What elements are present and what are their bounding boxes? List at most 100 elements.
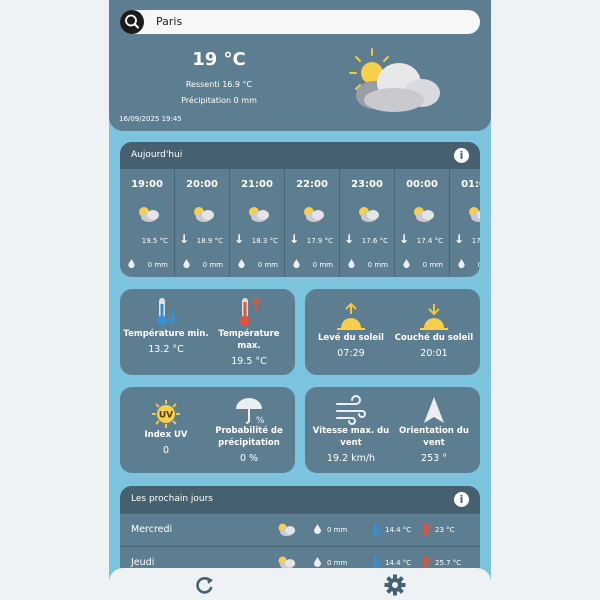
forecast-max-temp: 25.7 °C xyxy=(435,559,462,567)
thermometer-cold-icon xyxy=(157,298,178,326)
raindrop-icon xyxy=(458,259,465,268)
thermometer-cold-icon xyxy=(373,523,381,536)
current-weather-header: Paris 19 °C Ressenti 16.9 °C Précipitati… xyxy=(109,0,491,131)
hour-precipitation: 0 mm xyxy=(147,261,168,269)
wind-speed-tile: Vitesse max. du vent 19.2 km/h xyxy=(308,395,394,464)
partly-cloudy-icon xyxy=(469,207,480,222)
partly-cloudy-icon xyxy=(359,207,379,222)
raindrop-icon xyxy=(293,259,300,268)
today-card: Aujourd'hui i 19:00 19.5 °C 0 mm 20:00 ↓ 18.9… xyxy=(120,142,480,277)
thermometer-hot-icon xyxy=(423,523,431,536)
down-arrow-icon: ↓ xyxy=(344,232,355,246)
forecast-day-name: Jeudi xyxy=(131,557,155,568)
raindrop-icon xyxy=(348,259,355,268)
hour-temperature: 17.1 °C xyxy=(471,237,480,245)
uv-icon: UV xyxy=(152,400,180,428)
bottom-bar xyxy=(109,568,491,600)
forecast-row[interactable]: Mercredi 0 mm 14.4 °C 23 °C xyxy=(120,513,480,546)
search-input[interactable]: Paris xyxy=(156,15,182,28)
min-temperature-value: 13.2 °C xyxy=(148,344,184,355)
hour-precipitation: 0 mm xyxy=(312,261,333,269)
down-arrow-icon: ↓ xyxy=(179,232,190,246)
raindrop-icon xyxy=(238,259,245,268)
max-temperature-label: Température max. xyxy=(218,329,280,351)
hour-precipitation: 0 mm xyxy=(422,261,443,269)
hour-temperature: 18.9 °C xyxy=(196,237,223,245)
down-arrow-icon: ↓ xyxy=(399,232,410,246)
wind-speed-value: 19.2 km/h xyxy=(326,453,376,464)
hour-item: 23:00 ↓ 17.6 °C 0 mm xyxy=(340,169,395,277)
hour-time: 21:00 xyxy=(241,179,273,190)
refresh-icon[interactable] xyxy=(194,574,216,596)
sunrise-icon xyxy=(337,302,365,330)
hour-item: 19:00 19.5 °C 0 mm xyxy=(120,169,175,277)
partly-cloudy-icon xyxy=(139,207,159,222)
down-arrow-icon: ↓ xyxy=(454,232,465,246)
rain-probability-label: Probabilité de précipitation xyxy=(215,426,283,448)
uv-index-label: Index UV xyxy=(144,430,188,440)
sunrise-label: Levé du soleil xyxy=(318,333,384,343)
wind-direction-tile: Orientation du vent 253 ° xyxy=(391,395,477,464)
hour-item: 22:00 ↓ 17.9 °C 0 mm xyxy=(285,169,340,277)
hour-temperature: 17.4 °C xyxy=(416,237,443,245)
hour-time: 19:00 xyxy=(131,179,163,190)
forecast-precipitation: 0 mm xyxy=(327,559,348,567)
uv-card: UV Index UV 0 % Probabilité de précipita… xyxy=(120,387,295,473)
temperature-card: Température min. 13.2 °C Température max… xyxy=(120,289,295,375)
sunrise-tile: Levé du soleil 07:29 xyxy=(308,302,394,359)
hour-precipitation: 0 mm xyxy=(202,261,223,269)
current-precipitation: Précipitation 0 mm xyxy=(181,96,257,105)
search-button[interactable] xyxy=(120,10,144,34)
hour-item: 01:00 ↓ 17.1 °C 0 mm xyxy=(450,169,480,277)
partly-cloudy-icon xyxy=(414,207,434,222)
settings-gear-icon[interactable] xyxy=(384,574,406,596)
hour-time: 22:00 xyxy=(296,179,328,190)
hourly-list[interactable]: 19:00 19.5 °C 0 mm 20:00 ↓ 18.9 °C 0 mm 21:00 ↓ 1… xyxy=(120,169,480,277)
raindrop-icon xyxy=(314,524,321,534)
hour-precipitation: 0 mm xyxy=(367,261,388,269)
rain-probability-tile: % Probabilité de précipitation 0 % xyxy=(206,395,292,464)
min-temperature-label: Température min. xyxy=(123,329,209,339)
today-card-header: Aujourd'hui i xyxy=(120,142,480,169)
rain-probability-value: 0 % xyxy=(239,453,259,464)
min-temperature-tile: Température min. 13.2 °C xyxy=(123,296,209,355)
partly-cloudy-icon xyxy=(249,207,269,222)
hour-temperature: 18.3 °C xyxy=(251,237,278,245)
forecast-min-temp: 14.4 °C xyxy=(385,526,412,534)
hour-time: 23:00 xyxy=(351,179,383,190)
umbrella-icon: % xyxy=(236,398,265,425)
raindrop-icon xyxy=(403,259,410,268)
info-icon[interactable]: i xyxy=(454,492,469,507)
sunset-icon xyxy=(420,304,448,330)
svg-text:%: % xyxy=(256,416,265,425)
forecast-card-header: Les prochain jours i xyxy=(120,486,480,513)
hour-item: 20:00 ↓ 18.9 °C 0 mm xyxy=(175,169,230,277)
hour-temperature: 19.5 °C xyxy=(141,237,168,245)
raindrop-icon xyxy=(183,259,190,268)
sunset-label: Couché du soleil xyxy=(394,333,474,343)
partly-cloudy-icon xyxy=(278,523,296,537)
info-icon[interactable]: i xyxy=(454,148,469,163)
weather-app: Paris 19 °C Ressenti 16.9 °C Précipitati… xyxy=(109,0,491,600)
hour-item: 00:00 ↓ 17.4 °C 0 mm xyxy=(395,169,450,277)
wind-direction-label: Orientation du vent xyxy=(399,426,469,448)
wind-card: Vitesse max. du vent 19.2 km/h Orientati… xyxy=(305,387,480,473)
down-arrow-icon: ↓ xyxy=(289,232,300,246)
raindrop-icon xyxy=(128,259,135,268)
wind-speed-label: Vitesse max. du vent xyxy=(312,426,390,448)
uv-index-tile: UV Index UV 0 xyxy=(123,399,209,456)
hour-time: 00:00 xyxy=(406,179,438,190)
search-icon xyxy=(125,14,139,29)
partly-cloudy-icon xyxy=(194,207,214,222)
sun-card: Levé du soleil 07:29 Couché du soleil 20… xyxy=(305,289,480,375)
today-title: Aujourd'hui xyxy=(131,150,183,160)
wind-direction-value: 253 ° xyxy=(421,453,447,464)
thermometer-hot-icon xyxy=(240,297,261,326)
max-temperature-value: 19.5 °C xyxy=(231,356,267,367)
search-bar[interactable]: Paris xyxy=(120,10,480,34)
forecast-day-name: Mercredi xyxy=(131,524,173,535)
raindrop-icon xyxy=(314,557,321,567)
down-arrow-icon: ↓ xyxy=(234,232,245,246)
uv-index-value: 0 xyxy=(162,445,170,456)
navigation-arrow-icon xyxy=(424,397,444,423)
